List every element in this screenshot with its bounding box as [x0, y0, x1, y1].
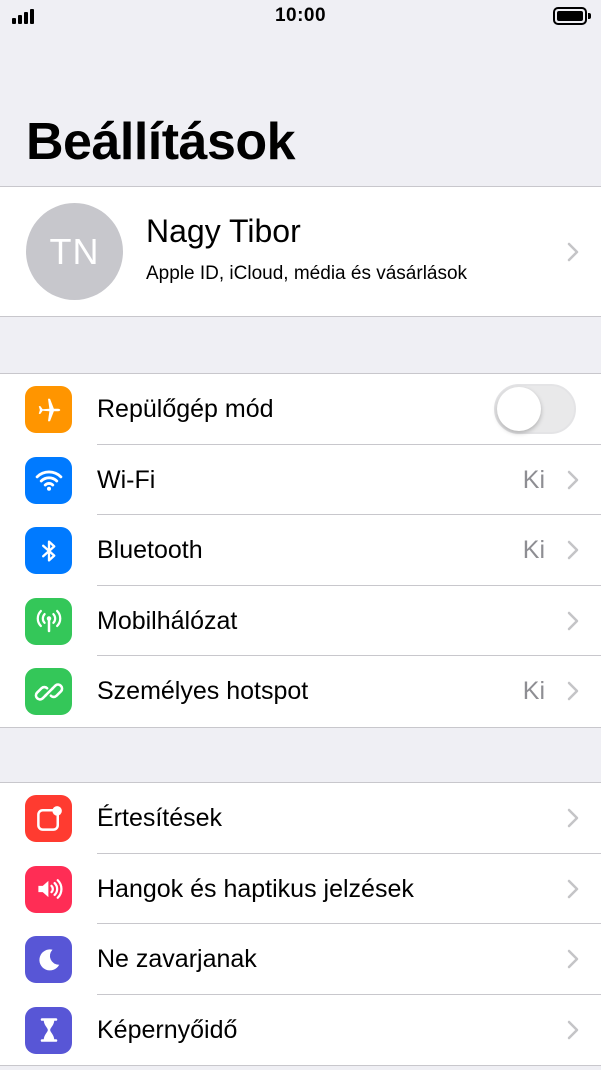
status-bar: 10:00	[0, 0, 601, 34]
avatar: TN	[26, 203, 123, 300]
row-label: Hangok és haptikus jelzések	[97, 874, 414, 903]
connectivity-group: Repülőgép mód Wi-Fi Ki Bluetooth Ki Mobi…	[0, 373, 601, 728]
profile-name: Nagy Tibor	[146, 213, 301, 249]
row-value: Ki	[522, 677, 545, 705]
battery-icon	[553, 7, 591, 25]
row-do-not-disturb[interactable]: Ne zavarjanak	[0, 924, 601, 995]
profile-subtitle: Apple ID, iCloud, média és vásárlások	[146, 263, 468, 284]
airplane-mode-toggle[interactable]	[494, 384, 576, 434]
row-bluetooth[interactable]: Bluetooth Ki	[0, 515, 601, 586]
row-label: Személyes hotspot	[97, 677, 309, 705]
chevron-right-icon	[567, 854, 579, 925]
row-label: Értesítések	[97, 804, 223, 832]
chevron-right-icon	[567, 445, 579, 516]
row-label: Képernyőidő	[97, 1015, 238, 1044]
row-value: Ki	[522, 465, 545, 494]
hotspot-icon	[25, 668, 72, 715]
wifi-icon	[25, 456, 72, 504]
chevron-right-icon	[567, 586, 579, 657]
chevron-right-icon	[567, 187, 579, 316]
row-airplane-mode[interactable]: Repülőgép mód	[0, 374, 601, 445]
sounds-icon	[25, 865, 72, 913]
bluetooth-icon	[25, 527, 72, 574]
row-label: Ne zavarjanak	[97, 945, 257, 973]
hourglass-icon	[25, 1006, 72, 1054]
notifications-icon	[25, 795, 72, 842]
row-label: Mobilhálózat	[97, 606, 238, 635]
row-cellular[interactable]: Mobilhálózat	[0, 586, 601, 657]
airplane-icon	[25, 386, 72, 433]
row-wifi[interactable]: Wi-Fi Ki	[0, 445, 601, 516]
cellular-icon	[25, 597, 72, 645]
row-personal-hotspot[interactable]: Személyes hotspot Ki	[0, 656, 601, 727]
chevron-right-icon	[567, 515, 579, 586]
chevron-right-icon	[567, 783, 579, 854]
row-label: Wi-Fi	[97, 465, 156, 494]
chevron-right-icon	[567, 656, 579, 727]
page-title: Beállítások	[26, 113, 296, 171]
status-time: 10:00	[274, 5, 327, 26]
row-value: Ki	[522, 536, 545, 564]
moon-icon	[25, 936, 72, 983]
row-label: Bluetooth	[97, 536, 203, 564]
settings-screen: 10:00 Beállítások TN Nagy Tibor Apple ID…	[0, 0, 601, 1070]
row-label: Repülőgép mód	[97, 395, 274, 423]
row-sounds-haptics[interactable]: Hangok és haptikus jelzések	[0, 854, 601, 925]
chevron-right-icon	[567, 995, 579, 1066]
apple-id-profile-row[interactable]: TN Nagy Tibor Apple ID, iCloud, média és…	[0, 186, 601, 317]
row-notifications[interactable]: Értesítések	[0, 783, 601, 854]
chevron-right-icon	[567, 924, 579, 995]
row-screen-time[interactable]: Képernyőidő	[0, 995, 601, 1066]
notifications-group: Értesítések Hangok és haptikus jelzések …	[0, 782, 601, 1066]
